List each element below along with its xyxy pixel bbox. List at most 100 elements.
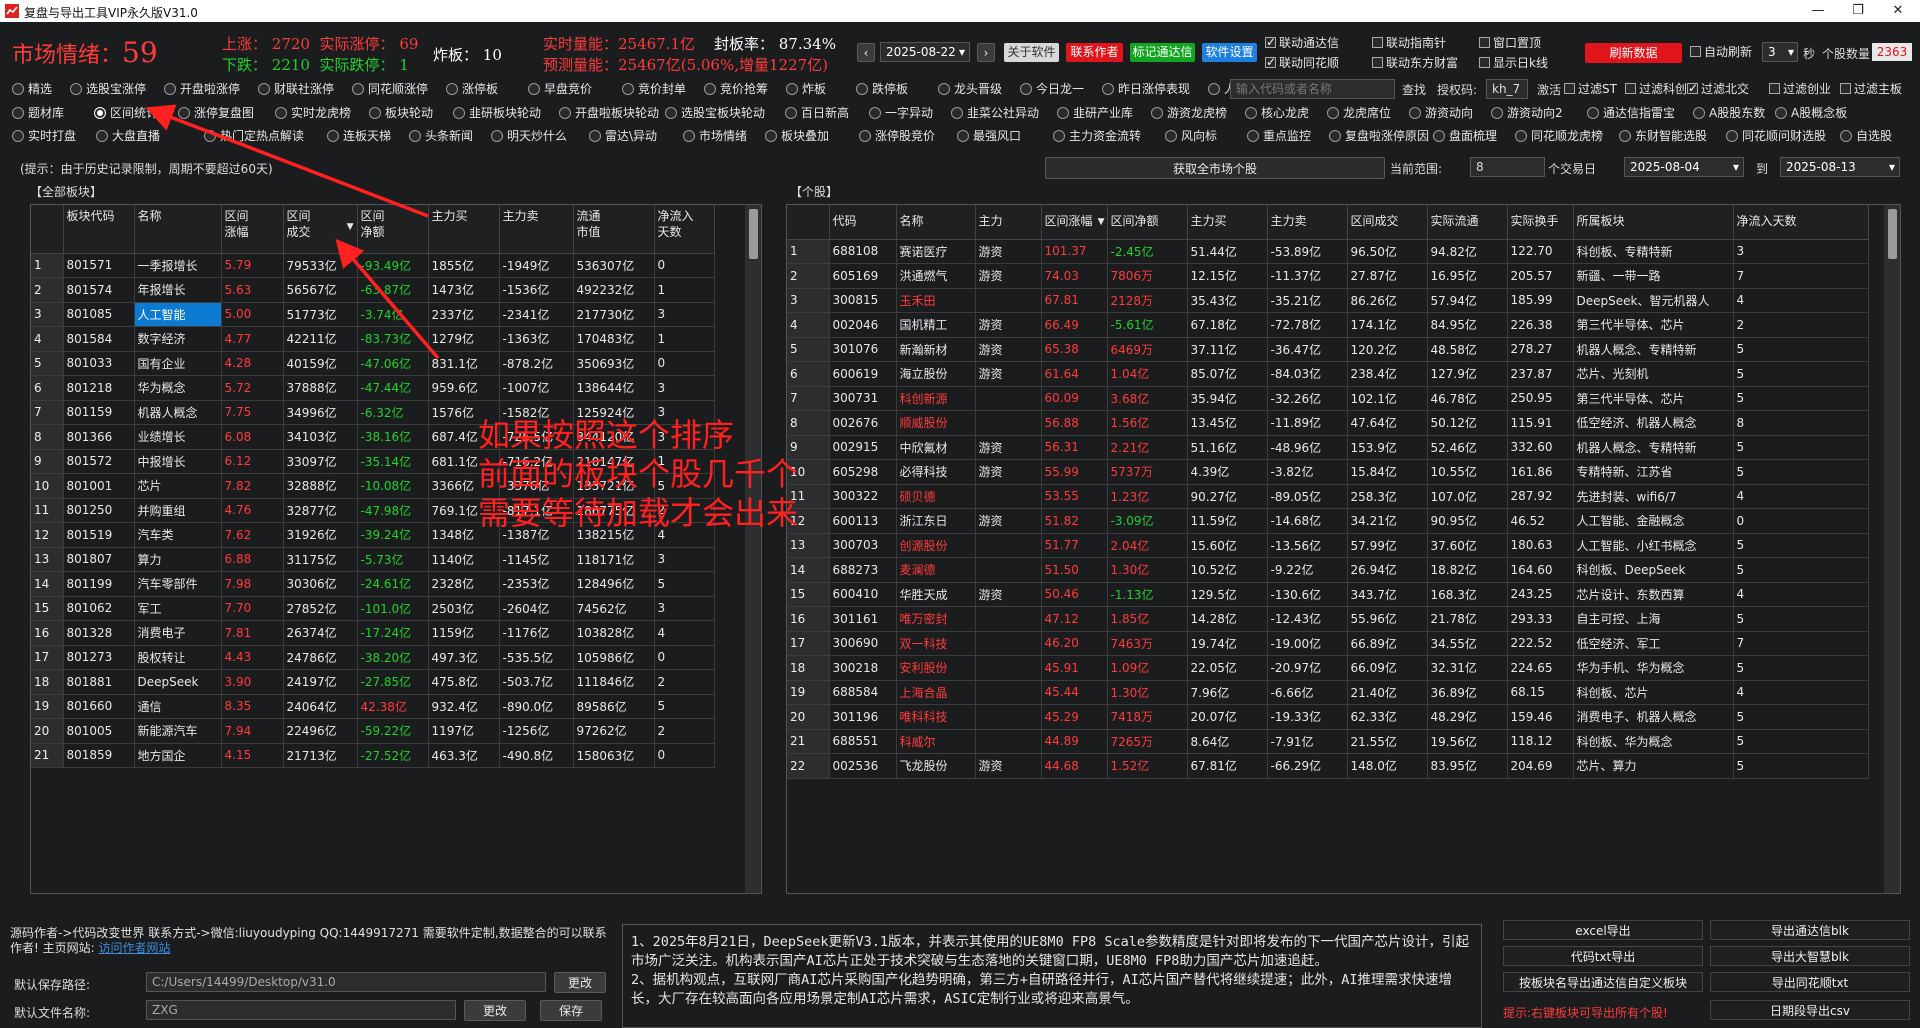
table-row[interactable]: 2 605169 洪通燃气 游资 74.03 7806万 12.15亿 -11.37亿 27.8… [787,263,1869,289]
table-row[interactable]: 20 301196 唯科科技 45.29 7418万 20.07亿 -19.33亿 62.33… [787,704,1869,730]
radio-row3-7[interactable]: 市场情绪 [683,127,747,145]
filter-checkbox-1[interactable]: 过滤科创 [1625,80,1687,98]
radio-row3-17[interactable]: 东财智能选股 [1619,127,1707,145]
col-header-9[interactable]: 实际换手 [1507,205,1574,240]
table-row[interactable]: 7 300731 科创新源 60.09 3.68亿 35.94亿 -32.26亿 102.1亿… [787,386,1869,411]
col-header-1[interactable]: 名称 [896,205,976,240]
radio-row3-8[interactable]: 板块叠加 [765,127,829,145]
table-row[interactable]: 15 600410 华胜天成 游资 50.46 -1.13亿 129.5亿 -130.6亿 34… [787,582,1869,607]
col-header-1[interactable]: 名称 [134,205,222,254]
table-row[interactable]: 22 002536 飞龙股份 游资 44.68 1.52亿 67.81亿 -66.29亿 148… [787,753,1869,779]
mark-tdx-button[interactable]: 标记通达信 [1130,43,1195,62]
col-header-6[interactable]: 主力卖 [499,205,574,254]
col-header-2[interactable]: 主力 [975,205,1042,240]
radio-row1-4[interactable]: 同花顺涨停 [352,80,428,98]
table-row[interactable]: 19 688584 上海合晶 45.44 1.30亿 7.96亿 -6.66亿 21.40亿 3… [787,680,1869,705]
end-date-picker[interactable]: 2025-08-13 ▾ [1780,157,1900,177]
radio-row1-6[interactable]: 早盘竞价 [528,80,592,98]
save-button[interactable]: 保存 [540,1000,602,1021]
radio-row1-9[interactable]: 炸板 [786,80,826,98]
sector-tdx-export-button[interactable]: 按板块名导出通达信自定义板块 [1503,972,1703,992]
table-row[interactable]: 16 301161 唯万密封 47.12 1.85亿 14.28亿 -12.43亿 55.96… [787,606,1869,632]
close-icon[interactable]: ✕ [1878,1,1918,21]
save-path-input[interactable]: C:/Users/14499/Desktop/v31.0 [146,972,546,992]
radio-row2-17[interactable]: 通达信指雷宝 [1587,104,1675,122]
radio-row1-3[interactable]: 财联社涨停 [258,80,334,98]
radio-row2-9[interactable]: 一字异动 [869,104,933,122]
prev-date-button[interactable]: ‹ [857,43,875,62]
table-row[interactable]: 20 801005 新能源汽车 7.94 22496亿 -59.22亿 1197亿 -1256… [31,718,715,744]
radio-row2-8[interactable]: 百日新高 [785,104,849,122]
table-row[interactable]: 5 801033 国有企业 4.28 40159亿 -47.06亿 831.1亿 -878.2… [31,351,715,376]
change-file-button[interactable]: 更改 [464,1000,526,1021]
col-header-8[interactable]: 净流入 天数 [654,205,715,254]
auto-refresh-checkbox[interactable]: 自动刷新 [1690,43,1752,61]
next-date-button[interactable]: › [977,43,995,62]
radio-row2-0[interactable]: 题材库 [12,104,64,122]
radio-row3-12[interactable]: 风向标 [1165,127,1217,145]
interval-select[interactable]: 3 ▾ [1762,42,1798,62]
filter-checkbox-0[interactable]: 过滤ST [1564,80,1617,98]
search-button[interactable]: 查找 [1402,81,1426,98]
radio-row3-3[interactable]: 连板天梯 [327,127,391,145]
author-site-link[interactable]: 访问作者网站 [98,941,170,955]
col-header-7[interactable]: 区间成交 [1347,205,1428,240]
radio-row2-16[interactable]: 游资动向2 [1491,104,1563,122]
radio-row1-10[interactable]: 跌停板 [856,80,908,98]
radio-row3-16[interactable]: 同花顺龙虎榜 [1515,127,1603,145]
radio-row3-9[interactable]: 涨停股竞价 [859,127,935,145]
table-row[interactable]: 15 801062 军工 7.70 27852亿 -101.0亿 2503亿 -2604亿 74… [31,596,715,621]
link-tdx-checkbox[interactable]: 联动通达信 [1265,33,1339,52]
table-row[interactable]: 14 688273 麦澜德 51.50 1.30亿 10.52亿 -9.22亿 26.94亿 1… [787,557,1869,583]
radio-row1-7[interactable]: 竞价封单 [622,80,686,98]
radio-row3-6[interactable]: 雷达\异动 [589,127,657,145]
col-header-4[interactable]: 区间 净额 [357,205,429,254]
table-row[interactable]: 16 801328 消费电子 7.81 26374亿 -17.24亿 1159亿 -1176亿… [31,620,715,646]
scrollbar-thumb[interactable] [1888,209,1897,259]
minimize-icon[interactable]: — [1798,1,1838,21]
export-dzh-blk-button[interactable]: 导出大智慧blk [1710,946,1910,966]
refresh-button[interactable]: 刷新数据 [1585,43,1682,63]
radio-row3-18[interactable]: 同花顺问财选股 [1726,127,1826,145]
sector-scrollbar[interactable] [745,205,761,893]
col-header-3[interactable]: 区间涨幅 ▼ [1041,205,1108,240]
radio-row2-12[interactable]: 游资龙虎榜 [1151,104,1227,122]
table-row[interactable]: 4 002046 国机精工 游资 66.49 -5.61亿 67.18亿 -72.78亿 174… [787,312,1869,338]
radio-row3-14[interactable]: 复盘啦涨停原因 [1329,127,1429,145]
radio-row2-11[interactable]: 韭研产业库 [1057,104,1133,122]
link-ths-checkbox[interactable]: 联动同花顺 [1265,53,1339,72]
window-top-checkbox[interactable]: 窗口置顶 [1479,34,1541,52]
radio-row3-1[interactable]: 大盘直播 [96,127,160,145]
table-row[interactable]: 2 801574 年报增长 5.63 56567亿 -63.87亿 1473亿 -1536亿 4… [31,277,715,303]
auth-input[interactable]: kh_7 [1486,79,1528,99]
filter-checkbox-2[interactable]: 过滤北交 [1687,79,1749,98]
table-row[interactable]: 17 300690 双一科技 46.20 7463万 19.74亿 -19.00亿 66.89… [787,631,1869,656]
table-row[interactable]: 8 002676 顺威股份 56.88 1.56亿 13.45亿 -11.89亿 47.64亿… [787,410,1869,436]
radio-row2-2[interactable]: 涨停复盘图 [178,104,254,122]
link-dfcf-checkbox[interactable]: 联动东方财富 [1372,54,1458,72]
activate-button[interactable]: 激活 [1537,81,1561,98]
about-button[interactable]: 关于软件 [1004,43,1059,62]
table-row[interactable]: 5 301076 新瀚新材 游资 65.38 6469万 37.11亿 -36.47亿 120.… [787,337,1869,362]
radio-row2-14[interactable]: 龙虎席位 [1327,104,1391,122]
radio-row1-2[interactable]: 开盘啦涨停 [164,80,240,98]
col-header-5[interactable]: 主力买 [428,205,500,254]
radio-row1-0[interactable]: 精选 [12,80,52,98]
link-compass-checkbox[interactable]: 联动指南针 [1372,34,1446,52]
radio-row1-11[interactable]: 龙头晋级 [938,80,1002,98]
filter-checkbox-3[interactable]: 过滤创业 [1769,80,1831,98]
radio-row2-10[interactable]: 韭菜公社异动 [951,104,1039,122]
col-header-6[interactable]: 主力卖 [1267,205,1348,240]
radio-row1-5[interactable]: 涨停板 [446,80,498,98]
table-row[interactable]: 3 300815 玉禾田 67.81 2128万 35.43亿 -35.21亿 86.26亿 5… [787,288,1869,313]
radio-row3-10[interactable]: 最强风口 [957,127,1021,145]
table-row[interactable]: 10 605298 必得科技 游资 55.99 5737万 4.39亿 -3.82亿 15.84… [787,459,1869,485]
table-row[interactable]: 6 600619 海立股份 游资 61.64 1.04亿 85.07亿 -84.03亿 238.… [787,361,1869,387]
col-header-3[interactable]: 区间 成交 ▼ [283,205,358,254]
radio-row2-7[interactable]: 选股宝板块轮动 [665,104,765,122]
table-row[interactable]: 17 801273 股权转让 4.43 24786亿 -38.20亿 497.3亿 -535.… [31,645,715,670]
col-header-11[interactable]: 净流入天数 [1733,205,1869,240]
file-name-input[interactable]: ZXG [146,1000,456,1020]
radio-row2-15[interactable]: 游资动向 [1409,104,1473,122]
settings-button[interactable]: 软件设置 [1202,43,1257,62]
